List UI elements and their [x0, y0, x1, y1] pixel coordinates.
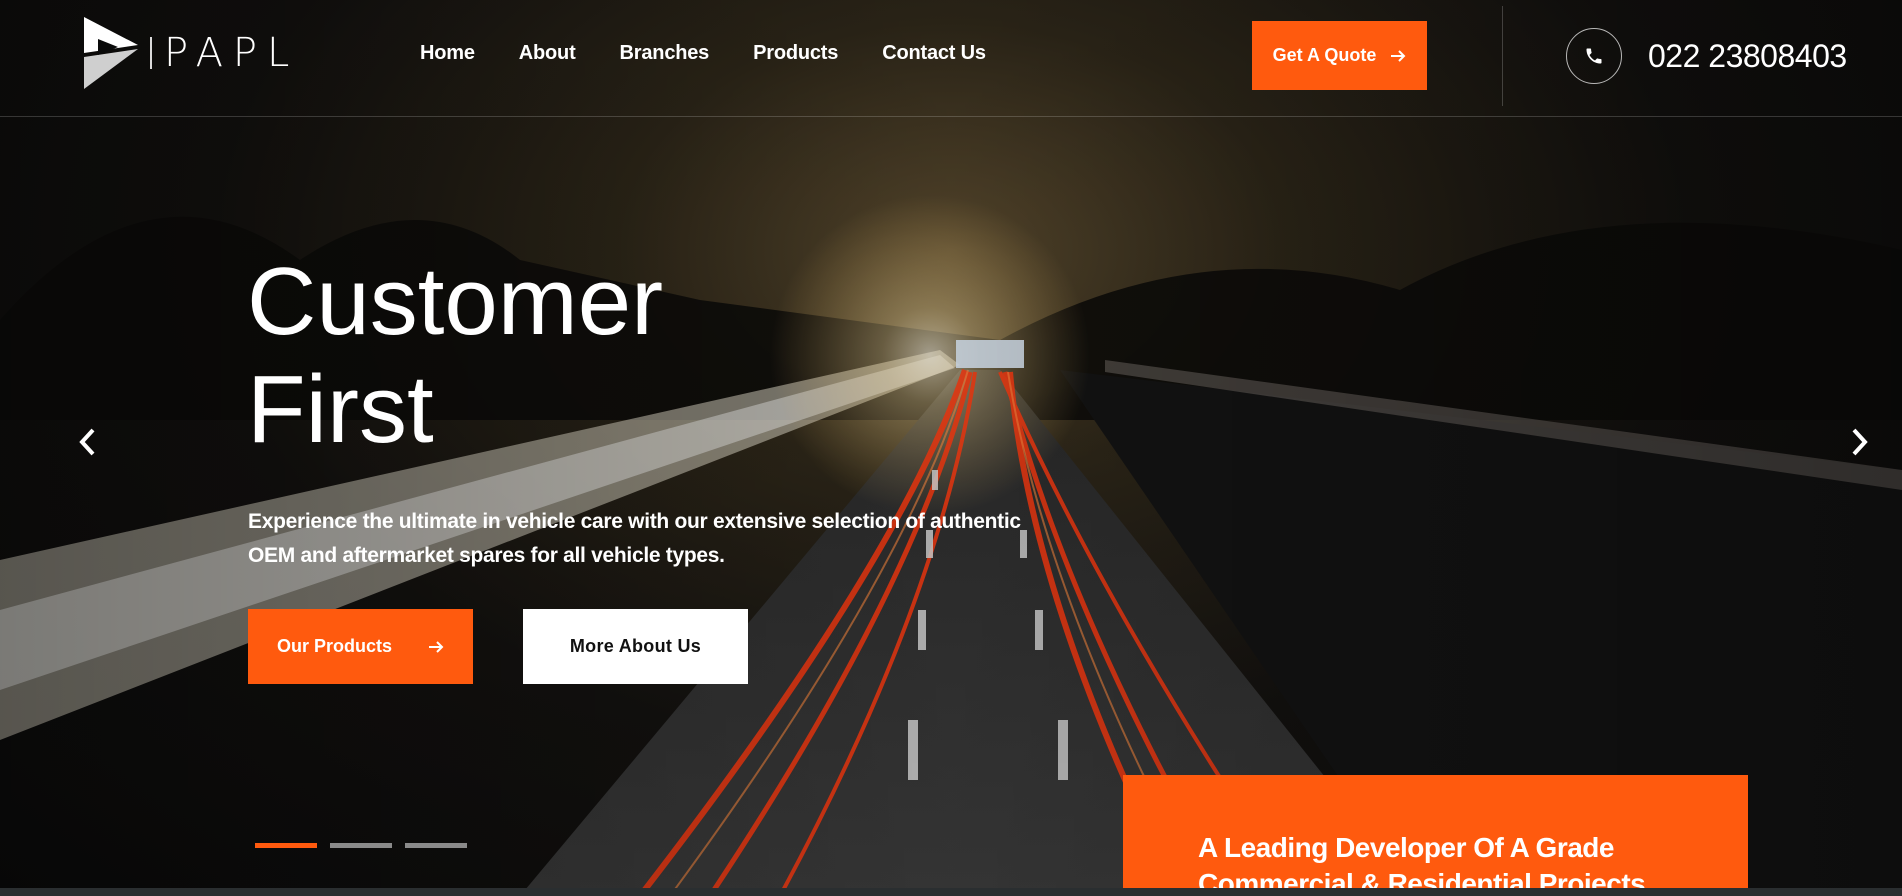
nav-item-about[interactable]: About — [519, 42, 576, 65]
nav-item-branches[interactable]: Branches — [620, 42, 710, 65]
chevron-right-icon — [1852, 428, 1868, 456]
hero-title-line2: First — [247, 356, 434, 463]
header-divider — [1502, 6, 1503, 106]
brand-logo[interactable]: PAPL — [84, 17, 299, 89]
slider-prev-button[interactable] — [72, 425, 102, 459]
slider-dot-3[interactable] — [405, 843, 467, 848]
slider-dot-2[interactable] — [330, 843, 392, 848]
hero-title-line1: Customer — [247, 248, 664, 355]
phone-button[interactable] — [1566, 28, 1622, 84]
main-nav: Home About Branches Products Contact Us — [420, 42, 986, 65]
nav-item-contact[interactable]: Contact Us — [882, 42, 986, 65]
promo-text: A Leading Developer Of A Grade Commercia… — [1198, 832, 1646, 896]
slider-dot-1[interactable] — [255, 843, 317, 848]
more-about-us-label: More About Us — [569, 636, 702, 656]
phone-icon — [1586, 48, 1602, 64]
get-a-quote-label: Get A Quote — [1272, 45, 1377, 65]
our-products-label: Our Products — [276, 636, 392, 656]
more-about-us-button[interactable]: More About Us — [523, 609, 748, 684]
slider-next-button[interactable] — [1845, 425, 1875, 459]
slider-pagination — [255, 843, 467, 848]
phone-number[interactable]: 022 23808403 — [1648, 38, 1847, 75]
logo-mark-icon — [84, 17, 138, 89]
nav-item-home[interactable]: Home — [420, 42, 475, 65]
nav-item-products[interactable]: Products — [753, 42, 838, 65]
get-a-quote-button[interactable]: Get A Quote — [1252, 21, 1427, 90]
site-header: PAPL Home About Branches Products Contac… — [0, 0, 1902, 117]
arrow-right-icon — [429, 640, 444, 653]
our-products-button[interactable]: Our Products — [248, 609, 473, 684]
hero-title: Customer First — [247, 248, 947, 464]
logo-divider — [150, 37, 152, 69]
chevron-left-icon — [79, 428, 95, 456]
arrow-right-icon — [1391, 49, 1406, 62]
bottom-strip — [0, 888, 1902, 896]
hero-subtitle: Experience the ultimate in vehicle care … — [248, 510, 1021, 567]
promo-card: A Leading Developer Of A Grade Commercia… — [1123, 775, 1748, 896]
logo-text: PAPL — [164, 30, 300, 76]
